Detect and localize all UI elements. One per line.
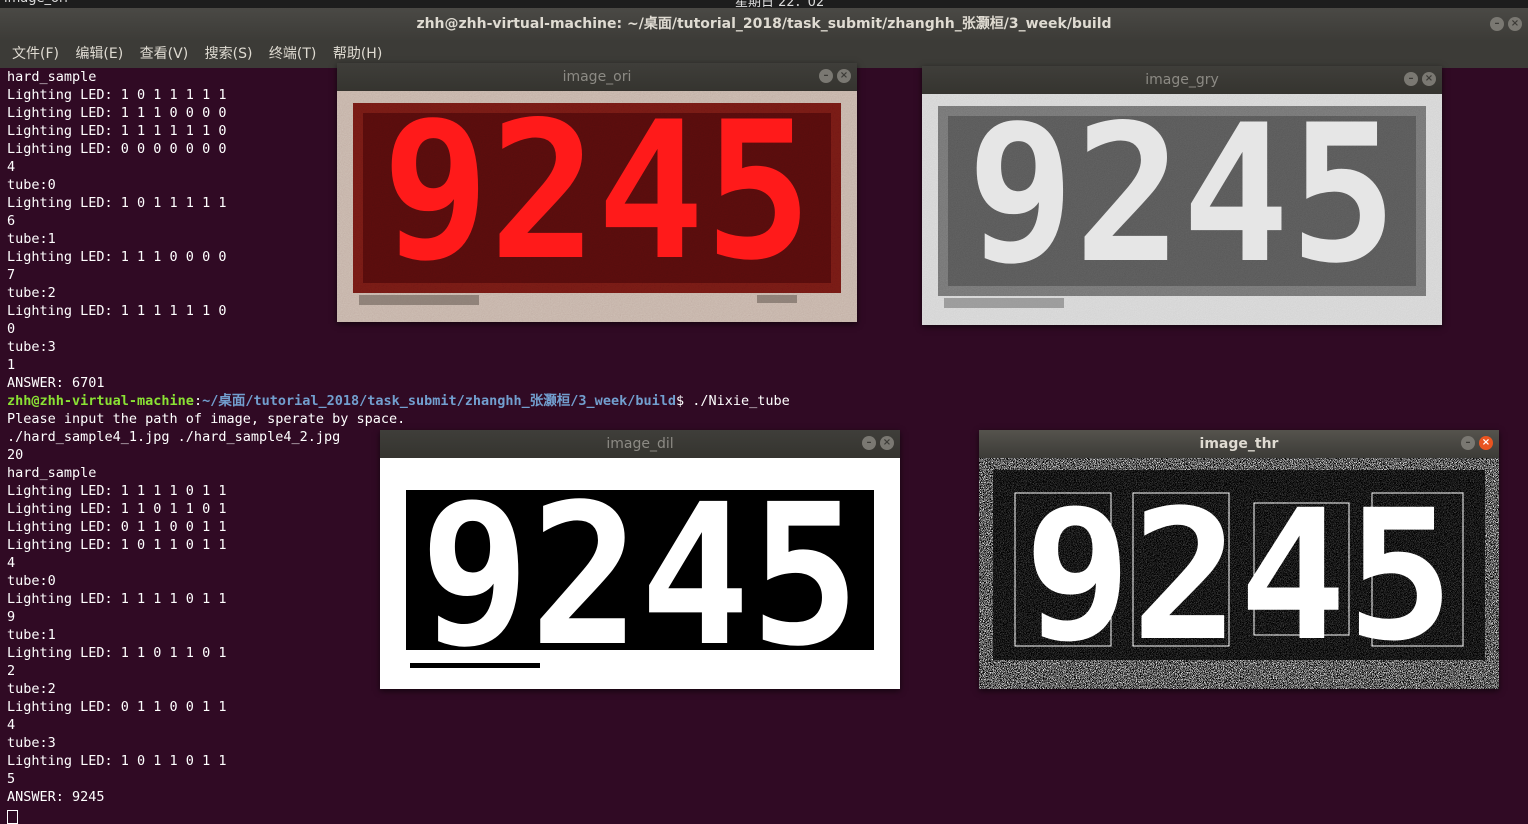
- image-thr-canvas: 9245: [979, 458, 1499, 689]
- image-ori-title: image_ori: [562, 69, 632, 85]
- image-ori-digits: 9245: [382, 91, 812, 302]
- menu-search[interactable]: 搜索(S): [205, 46, 253, 62]
- image-thr-title: image_thr: [1199, 436, 1279, 452]
- prompt-command: $ ./Nixie_tube: [675, 393, 790, 409]
- prompt-user: zhh@zhh-virtual-machine: [7, 393, 194, 409]
- image-gry-titlebar[interactable]: image_gry – ×: [922, 66, 1442, 94]
- terminal-title: zhh@zhh-virtual-machine: ~/桌面/tutorial_2…: [416, 16, 1112, 32]
- image-gry-window[interactable]: image_gry – × 9245: [922, 66, 1442, 325]
- app-menu-label[interactable]: image_ori: [4, 0, 68, 6]
- terminal-line: Please input the path of image, sperate …: [7, 411, 406, 427]
- menu-terminal[interactable]: 终端(T): [269, 46, 316, 62]
- system-top-bar: image_ori 星期日 22：02: [0, 0, 1528, 8]
- terminal-line: Lighting LED: 1 0 1 1 0 1 1: [7, 753, 227, 769]
- minimize-icon[interactable]: –: [862, 436, 876, 450]
- close-icon[interactable]: ×: [1422, 72, 1436, 86]
- close-icon[interactable]: ×: [837, 69, 851, 83]
- terminal-line: tube:3: [7, 339, 56, 355]
- terminal-line: 1: [7, 357, 16, 373]
- menu-view[interactable]: 查看(V): [140, 46, 189, 62]
- terminal-line: 5: [7, 771, 16, 787]
- close-icon[interactable]: ×: [880, 436, 894, 450]
- image-thr-digits: 9245: [1024, 472, 1454, 681]
- image-dil-canvas: 9245: [380, 458, 900, 689]
- terminal-line: tube:3: [7, 735, 56, 751]
- menu-edit[interactable]: 编辑(E): [75, 46, 123, 62]
- minimize-icon[interactable]: –: [819, 69, 833, 83]
- image-dil-digits: 9245: [420, 462, 860, 689]
- image-thr-titlebar[interactable]: image_thr – ×: [979, 430, 1499, 458]
- image-dil-window[interactable]: image_dil – × 9245: [380, 430, 900, 689]
- close-icon[interactable]: ×: [1508, 17, 1522, 31]
- image-gry-digits: 9245: [967, 94, 1397, 305]
- minimize-icon[interactable]: –: [1461, 436, 1475, 450]
- terminal-line: ANSWER: 6701: [7, 375, 105, 391]
- terminal-prompt-line: zhh@zhh-virtual-machine:~/桌面/tutorial_20…: [7, 393, 790, 409]
- menu-help[interactable]: 帮助(H): [333, 46, 382, 62]
- close-icon[interactable]: ×: [1479, 436, 1493, 450]
- image-dil-titlebar[interactable]: image_dil – ×: [380, 430, 900, 458]
- menu-file[interactable]: 文件(F): [12, 46, 59, 62]
- image-ori-titlebar[interactable]: image_ori – ×: [337, 63, 857, 91]
- terminal-cursor: [7, 810, 18, 824]
- terminal-line: ANSWER: 9245: [7, 789, 105, 805]
- prompt-path: ~/桌面/tutorial_2018/task_submit/zhanghh_张…: [202, 393, 676, 409]
- image-thr-window[interactable]: image_thr – × 9245: [979, 430, 1499, 689]
- clock[interactable]: 星期日 22：02: [735, 0, 824, 8]
- image-gry-title: image_gry: [1145, 72, 1219, 88]
- image-ori-canvas: 9245: [337, 91, 857, 322]
- minimize-icon[interactable]: –: [1404, 72, 1418, 86]
- terminal-line: Lighting LED: 0 1 1 0 0 1 1: [7, 699, 227, 715]
- image-dil-title: image_dil: [606, 436, 674, 452]
- terminal-titlebar[interactable]: zhh@zhh-virtual-machine: ~/桌面/tutorial_2…: [0, 8, 1528, 41]
- image-ori-window[interactable]: image_ori – × 9245: [337, 63, 857, 322]
- image-gry-canvas: 9245: [922, 94, 1442, 325]
- terminal-line: 4: [7, 717, 16, 733]
- minimize-icon[interactable]: –: [1490, 17, 1504, 31]
